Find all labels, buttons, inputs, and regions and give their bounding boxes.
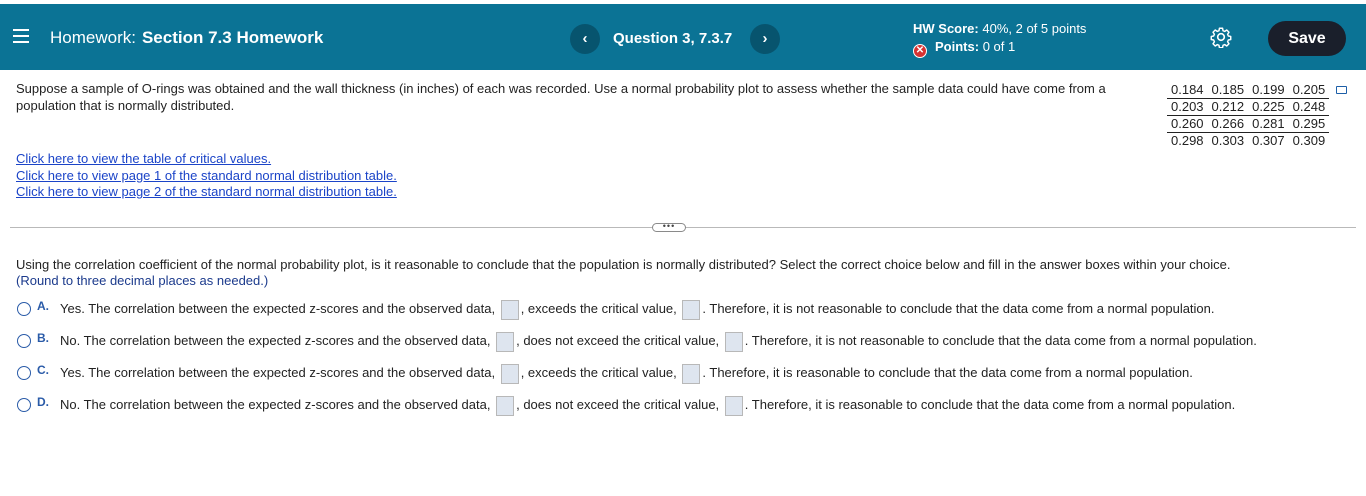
data-cell: 0.185 — [1207, 81, 1249, 99]
previous-question-button[interactable]: ‹ — [570, 24, 600, 54]
hamburger-menu-icon[interactable] — [13, 29, 29, 43]
points-label: Points: — [935, 39, 980, 54]
points-value: 0 of 1 — [982, 39, 1016, 54]
data-cell: 0.248 — [1288, 98, 1330, 116]
question-label: Question 3, 7.3.7 — [613, 30, 733, 47]
expand-handle[interactable]: ••• — [652, 222, 686, 232]
data-cell: 0.309 — [1292, 133, 1326, 149]
problem-statement: Suppose a sample of O-rings was obtained… — [16, 81, 1106, 113]
data-cell: 0.225 — [1248, 98, 1289, 116]
choice-text: Yes. The correlation between the expecte… — [60, 362, 1193, 384]
points: ✕ Points: 0 of 1 — [913, 39, 1086, 58]
data-cell: 0.203 — [1167, 98, 1208, 116]
table-row: 0.298 0.303 0.307 0.309 — [1167, 132, 1329, 149]
choice-text: Yes. The correlation between the expecte… — [60, 298, 1215, 320]
data-cell: 0.281 — [1248, 115, 1289, 133]
choice-text: No. The correlation between the expected… — [60, 394, 1235, 416]
incorrect-x-icon: ✕ — [913, 44, 927, 58]
next-question-button[interactable]: › — [750, 24, 780, 54]
data-cell: 0.260 — [1167, 115, 1208, 133]
hw-score: HW Score: 40%, 2 of 5 points — [913, 21, 1086, 39]
round-note: (Round to three decimal places as needed… — [16, 273, 269, 288]
radio-choice-a[interactable] — [17, 302, 31, 316]
data-cell: 0.199 — [1248, 81, 1289, 99]
data-cell: 0.266 — [1207, 115, 1249, 133]
data-cell: 0.303 — [1211, 133, 1245, 149]
choice-letter: A. — [37, 299, 49, 313]
critical-value-answer-box[interactable] — [724, 395, 743, 416]
correlation-answer-box[interactable] — [500, 363, 519, 384]
choice-letter: C. — [37, 363, 49, 377]
choice-letter: B. — [37, 331, 49, 345]
radio-choice-b[interactable] — [17, 334, 31, 348]
data-cell: 0.212 — [1207, 98, 1249, 116]
resource-links: Click here to view the table of critical… — [16, 151, 397, 201]
data-cell: 0.295 — [1288, 115, 1330, 133]
correlation-answer-box[interactable] — [496, 395, 515, 416]
critical-values-link[interactable]: Click here to view the table of critical… — [16, 151, 397, 168]
normal-table-page2-link[interactable]: Click here to view page 2 of the standar… — [16, 184, 397, 201]
hw-score-value: 40%, 2 of 5 points — [982, 21, 1087, 36]
gear-icon[interactable] — [1210, 26, 1232, 48]
data-cell: 0.298 — [1171, 133, 1204, 149]
choice-text: No. The correlation between the expected… — [60, 330, 1257, 352]
critical-value-answer-box[interactable] — [682, 299, 701, 320]
top-bar: Homework: Section 7.3 Homework ‹ Question… — [0, 4, 1366, 70]
data-cell: 0.307 — [1252, 133, 1285, 149]
question-text: Using the correlation coefficient of the… — [16, 257, 1231, 272]
homework-title: Homework: Section 7.3 Homework — [50, 28, 323, 48]
data-cell: 0.205 — [1288, 81, 1330, 99]
correlation-answer-box[interactable] — [496, 331, 515, 352]
homework-title-prefix: Homework: — [50, 28, 136, 47]
radio-choice-c[interactable] — [17, 366, 31, 380]
correlation-answer-box[interactable] — [500, 299, 519, 320]
radio-choice-d[interactable] — [17, 398, 31, 412]
hw-score-label: HW Score: — [913, 21, 979, 36]
normal-table-page1-link[interactable]: Click here to view page 1 of the standar… — [16, 168, 397, 185]
homework-title-name: Section 7.3 Homework — [141, 28, 324, 47]
choice-letter: D. — [37, 395, 49, 409]
save-button[interactable]: Save — [1268, 21, 1346, 56]
data-table: 0.184 0.185 0.199 0.205 0.203 0.212 0.22… — [1167, 81, 1330, 149]
critical-value-answer-box[interactable] — [724, 331, 743, 352]
table-row: 0.203 0.212 0.225 0.248 — [1167, 98, 1330, 116]
score-block: HW Score: 40%, 2 of 5 points ✕ Points: 0 … — [913, 21, 1086, 58]
data-cell: 0.184 — [1167, 81, 1208, 99]
copy-data-icon[interactable] — [1336, 86, 1347, 94]
critical-value-answer-box[interactable] — [682, 363, 701, 384]
table-row: 0.260 0.266 0.281 0.295 — [1167, 115, 1330, 133]
table-row: 0.184 0.185 0.199 0.205 — [1167, 81, 1330, 99]
